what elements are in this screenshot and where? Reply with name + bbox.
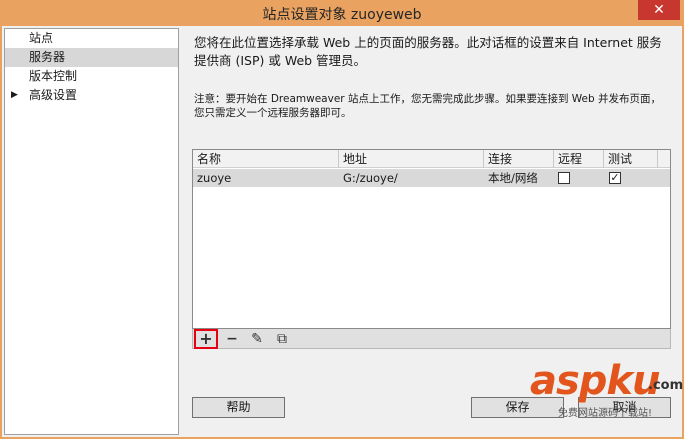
category-label: 高级设置: [29, 88, 78, 102]
category-label: 服务器: [29, 50, 66, 64]
server-address-cell: G:/zuoye/: [343, 171, 398, 185]
category-item-version-control[interactable]: 版本控制: [5, 67, 178, 86]
category-label: 版本控制: [29, 69, 78, 83]
remote-checkbox[interactable]: [558, 172, 570, 184]
column-header-remote[interactable]: 远程: [554, 150, 604, 168]
add-server-button[interactable]: +: [194, 329, 218, 349]
duplicate-icon: ⧉: [277, 331, 287, 347]
window-title: 站点设置对象 zuoyeweb: [262, 7, 422, 23]
help-button[interactable]: 帮助: [192, 397, 285, 418]
minus-icon: −: [226, 331, 238, 347]
server-name-cell: zuoye: [197, 171, 232, 185]
title-bar[interactable]: 站点设置对象 zuoyeweb ✕: [0, 0, 684, 26]
watermark-logo: aspku .com 免费网站源码下载站!: [530, 358, 684, 419]
category-list: 站点 服务器 版本控制 ▶ 高级设置: [4, 28, 179, 435]
panel-description: 您将在此位置选择承载 Web 上的页面的服务器。此对话框的设置来自 Intern…: [194, 35, 662, 68]
table-row[interactable]: zuoye G:/zuoye/ 本地/网络 ✓: [193, 169, 670, 187]
panel-note: 注意：要开始在 Dreamweaver 站点上工作，您无需完成此步骤。如果要连接…: [194, 93, 662, 119]
category-item-site[interactable]: 站点: [5, 29, 178, 48]
category-item-servers[interactable]: 服务器: [5, 48, 178, 67]
watermark-subtitle: 免费网站源码下载站!: [558, 408, 653, 419]
server-connection-cell: 本地/网络: [488, 171, 538, 185]
column-header-connection[interactable]: 连接: [484, 150, 554, 168]
server-table: 名称 地址 连接 远程 测试 zuoye G:/zuoye/ 本地/网络 ✓: [192, 149, 671, 329]
close-button[interactable]: ✕: [638, 0, 680, 20]
pencil-icon: ✎: [251, 331, 263, 347]
watermark-suffix: .com: [648, 378, 684, 393]
close-icon: ✕: [653, 2, 665, 18]
edit-server-button[interactable]: ✎: [246, 329, 268, 349]
expand-arrow-icon[interactable]: ▶: [11, 86, 18, 105]
plus-icon: +: [199, 329, 213, 348]
server-toolbar: + − ✎ ⧉: [192, 329, 671, 349]
remove-server-button[interactable]: −: [221, 329, 243, 349]
table-header: 名称 地址 连接 远程 测试: [193, 150, 670, 168]
test-checkbox[interactable]: ✓: [609, 172, 621, 184]
column-header-test[interactable]: 测试: [604, 150, 658, 168]
dialog-window: 站点设置对象 zuoyeweb ✕ 站点 服务器 版本控制 ▶ 高级设置 您将在…: [0, 0, 684, 439]
category-item-advanced[interactable]: ▶ 高级设置: [5, 86, 178, 105]
duplicate-server-button[interactable]: ⧉: [271, 329, 293, 349]
category-label: 站点: [29, 31, 54, 45]
watermark-brand: aspku: [530, 358, 661, 404]
column-header-name[interactable]: 名称: [193, 150, 339, 168]
column-header-address[interactable]: 地址: [339, 150, 484, 168]
